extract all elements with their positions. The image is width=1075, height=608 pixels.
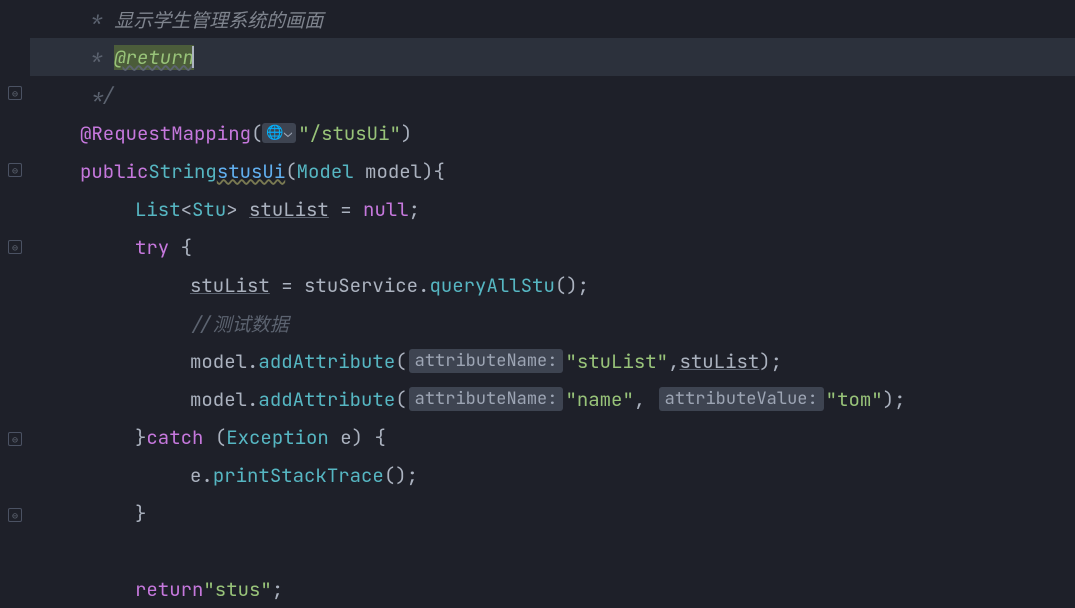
line-comment: //测试数据 bbox=[190, 310, 289, 337]
paren: ) bbox=[401, 121, 412, 146]
dot: . bbox=[247, 387, 258, 412]
code-line[interactable]: @RequestMapping(🌐⌄"/stusUi") bbox=[30, 114, 1075, 152]
type-stu: Stu bbox=[192, 197, 226, 222]
doc-text: 显示学生管理系统的画面 bbox=[114, 6, 323, 33]
paren: ( bbox=[285, 159, 296, 184]
code-line[interactable]: */ bbox=[30, 76, 1075, 114]
code-line[interactable]: public String stusUi(Model model){ bbox=[30, 152, 1075, 190]
fold-icon[interactable]: ⊖ bbox=[8, 508, 22, 522]
fold-icon[interactable]: ⊖ bbox=[8, 163, 22, 177]
paren: ( bbox=[251, 121, 262, 146]
code-line[interactable]: } catch (Exception e) { bbox=[30, 418, 1075, 456]
var-e: e bbox=[329, 425, 352, 450]
code-line[interactable]: model.addAttribute( attributeName: "stuL… bbox=[30, 342, 1075, 380]
string-literal: "/stusUi" bbox=[298, 121, 401, 146]
keyword-catch: catch bbox=[146, 425, 203, 450]
close-brace: ) { bbox=[352, 425, 386, 450]
close: ); bbox=[883, 387, 906, 412]
code-line[interactable]: stuList = stuService.queryAllStu(); bbox=[30, 266, 1075, 304]
param-hint: attributeName: bbox=[409, 349, 564, 373]
paren: ( bbox=[395, 349, 406, 374]
code-line[interactable]: * 显示学生管理系统的画面 bbox=[30, 0, 1075, 38]
angle: < bbox=[181, 197, 192, 222]
param: model bbox=[354, 159, 422, 184]
var-e: e bbox=[190, 463, 201, 488]
close: ); bbox=[759, 349, 782, 374]
code-line[interactable]: e.printStackTrace(); bbox=[30, 456, 1075, 494]
dot: . bbox=[201, 463, 212, 488]
code-line[interactable]: model.addAttribute( attributeName: "name… bbox=[30, 380, 1075, 418]
keyword-return: return bbox=[135, 577, 203, 602]
method-call: addAttribute bbox=[258, 387, 395, 412]
doc-return-tag: @return bbox=[114, 45, 194, 70]
dot: . bbox=[247, 349, 258, 374]
annotation: @RequestMapping bbox=[80, 121, 251, 146]
paren: ( bbox=[395, 387, 406, 412]
angle: > bbox=[226, 197, 249, 222]
var-stulist: stuList bbox=[679, 349, 759, 374]
method-call: addAttribute bbox=[258, 349, 395, 374]
var-service: stuService bbox=[304, 273, 418, 298]
dot: . bbox=[418, 273, 429, 298]
doc-close: */ bbox=[80, 83, 114, 108]
keyword-public: public bbox=[80, 159, 148, 184]
gutter: ⊖ ⊖ ⊖ ⊖ ⊖ bbox=[0, 0, 30, 608]
keyword-try: try bbox=[135, 235, 169, 260]
method-call: queryAllStu bbox=[429, 273, 554, 298]
param-hint: attributeValue: bbox=[659, 387, 824, 411]
code-line[interactable]: List<Stu> stuList = null; bbox=[30, 190, 1075, 228]
code-line[interactable]: return "stus"; bbox=[30, 570, 1075, 608]
fold-icon[interactable]: ⊖ bbox=[8, 432, 22, 446]
string-literal: "stus" bbox=[203, 577, 271, 602]
brace: { bbox=[433, 159, 444, 184]
fold-icon[interactable]: ⊖ bbox=[8, 86, 22, 100]
type-model: Model bbox=[297, 159, 354, 184]
type-list: List bbox=[135, 197, 181, 222]
semi: ; bbox=[409, 197, 420, 222]
param-hint: attributeName: bbox=[409, 387, 564, 411]
comma: , bbox=[668, 349, 679, 374]
call: (); bbox=[555, 273, 589, 298]
type-exception: Exception bbox=[226, 425, 329, 450]
brace: } bbox=[135, 425, 146, 450]
eq: = bbox=[329, 197, 363, 222]
code-line[interactable]: try { bbox=[30, 228, 1075, 266]
brace: } bbox=[135, 501, 146, 526]
caret bbox=[192, 46, 194, 68]
call: (); bbox=[384, 463, 418, 488]
var-model: model bbox=[190, 387, 247, 412]
var-stulist: stuList bbox=[190, 273, 270, 298]
code-line[interactable]: //测试数据 bbox=[30, 304, 1075, 342]
null-keyword: null bbox=[363, 197, 409, 222]
type-string: String bbox=[148, 159, 216, 184]
globe-icon[interactable]: 🌐⌄ bbox=[262, 123, 296, 143]
string-literal: "stuList" bbox=[565, 349, 668, 374]
var-model: model bbox=[190, 349, 247, 374]
code-editor[interactable]: * 显示学生管理系统的画面 * @return */ @RequestMappi… bbox=[30, 0, 1075, 608]
string-literal: "tom" bbox=[826, 387, 883, 412]
method-call: printStackTrace bbox=[213, 463, 384, 488]
fold-icon[interactable]: ⊖ bbox=[8, 240, 22, 254]
doc-star: * bbox=[80, 45, 114, 70]
code-line[interactable]: } bbox=[30, 494, 1075, 532]
paren: ) bbox=[422, 159, 433, 184]
code-line-current[interactable]: * @return bbox=[30, 38, 1075, 76]
method-name: stusUi bbox=[217, 159, 285, 184]
brace: { bbox=[169, 235, 192, 260]
comma: , bbox=[634, 387, 657, 412]
var-stulist: stuList bbox=[249, 197, 329, 222]
eq: = bbox=[270, 273, 304, 298]
code-line-empty[interactable] bbox=[30, 532, 1075, 570]
semi: ; bbox=[272, 577, 283, 602]
string-literal: "name" bbox=[565, 387, 633, 412]
paren: ( bbox=[203, 425, 226, 450]
doc-star: * bbox=[80, 7, 114, 32]
